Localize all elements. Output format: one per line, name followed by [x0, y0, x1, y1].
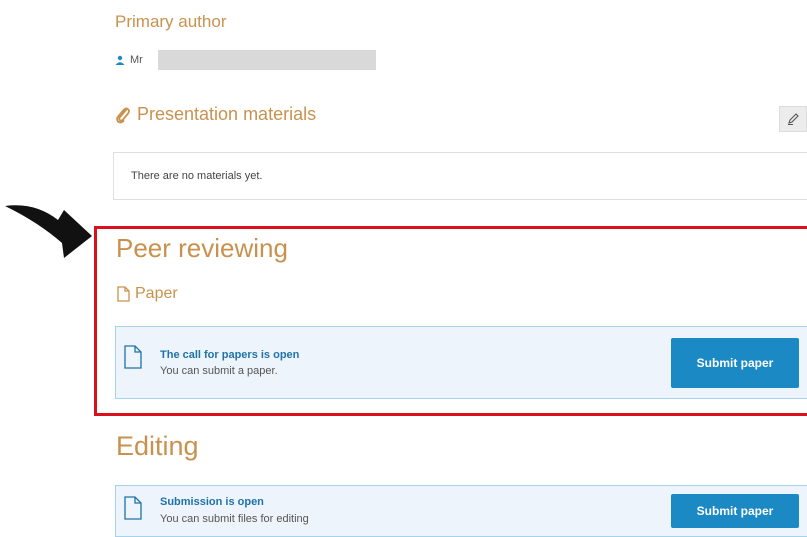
peer-reviewing-heading: Peer reviewing: [116, 233, 288, 263]
edit-materials-button[interactable]: [779, 106, 807, 132]
editing-heading: Editing: [116, 431, 199, 461]
materials-empty-text: There are no materials yet.: [131, 170, 263, 182]
document-icon: [124, 345, 142, 369]
paper-row: Paper: [117, 285, 178, 303]
paper-label: Paper: [135, 285, 178, 302]
pencil-icon: [788, 113, 799, 125]
notice-text: You can submit a paper.: [160, 365, 278, 377]
redacted-author-name: [158, 50, 376, 70]
submit-paper-button[interactable]: Submit paper: [671, 338, 799, 388]
author-name-prefix: Mr: [130, 54, 143, 66]
primary-author-heading: Primary author: [115, 12, 227, 31]
document-icon: [117, 286, 130, 302]
user-icon: [115, 55, 125, 65]
document-icon: [124, 496, 142, 520]
notice-title: Submission is open: [160, 496, 264, 508]
author-line: Mr: [115, 54, 143, 66]
submit-paper-button[interactable]: Submit paper: [671, 494, 799, 528]
call-for-papers-notice: The call for papers is open You can subm…: [115, 326, 807, 399]
materials-box: There are no materials yet.: [113, 152, 807, 200]
presentation-materials-label: Presentation materials: [137, 104, 317, 124]
notice-text: You can submit files for editing: [160, 513, 309, 525]
presentation-materials-heading: Presentation materials: [115, 104, 316, 125]
submission-notice: Submission is open You can submit files …: [115, 485, 807, 537]
arrow-icon: [5, 205, 92, 258]
paperclip-icon: [116, 107, 130, 123]
notice-title: The call for papers is open: [160, 349, 300, 361]
